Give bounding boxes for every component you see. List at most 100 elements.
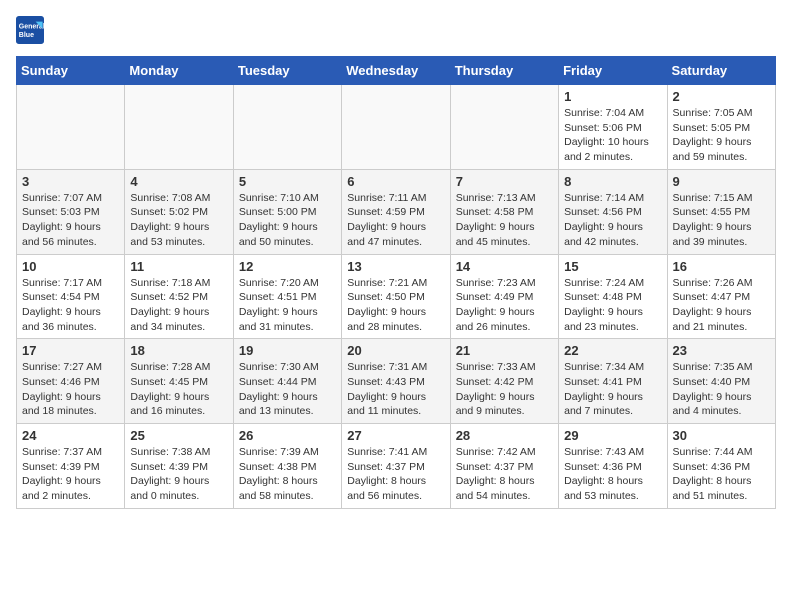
day-number: 5 xyxy=(239,174,336,189)
logo: General Blue xyxy=(16,16,48,44)
day-number: 27 xyxy=(347,428,444,443)
day-number: 18 xyxy=(130,343,227,358)
calendar-day: 14Sunrise: 7:23 AM Sunset: 4:49 PM Dayli… xyxy=(450,254,558,339)
day-info: Sunrise: 7:30 AM Sunset: 4:44 PM Dayligh… xyxy=(239,360,336,419)
day-info: Sunrise: 7:31 AM Sunset: 4:43 PM Dayligh… xyxy=(347,360,444,419)
day-info: Sunrise: 7:11 AM Sunset: 4:59 PM Dayligh… xyxy=(347,191,444,250)
day-number: 19 xyxy=(239,343,336,358)
day-info: Sunrise: 7:14 AM Sunset: 4:56 PM Dayligh… xyxy=(564,191,661,250)
day-number: 14 xyxy=(456,259,553,274)
calendar-day: 18 Sunrise: 7:28 AM Sunset: 4:45 PM Dayli… xyxy=(125,339,233,424)
day-number: 28 xyxy=(456,428,553,443)
calendar-day: 25 Sunrise: 7:38 AM Sunset: 4:39 PM Dayli… xyxy=(125,424,233,509)
day-number: 9 xyxy=(673,174,770,189)
weekday-saturday: Saturday xyxy=(667,57,775,85)
day-info: Sunrise: 7:17 AM Sunset: 4:54 PM Dayligh… xyxy=(22,276,119,335)
day-info: Sunrise: 7:05 AM Sunset: 5:05 PM Dayligh… xyxy=(673,106,770,165)
day-number: 24 xyxy=(22,428,119,443)
calendar-day: 12 Sunrise: 7:20 AM Sunset: 4:51 PM Dayli… xyxy=(233,254,341,339)
calendar-day: 9 Sunrise: 7:15 AM Sunset: 4:55 PM Daylig… xyxy=(667,169,775,254)
calendar-day: 10 Sunrise: 7:17 AM Sunset: 4:54 PM Dayli… xyxy=(17,254,125,339)
day-number: 30 xyxy=(673,428,770,443)
day-number: 29 xyxy=(564,428,661,443)
calendar-week-1: 1Sunrise: 7:04 AM Sunset: 5:06 PM Daylig… xyxy=(17,85,776,170)
day-number: 21 xyxy=(456,343,553,358)
calendar-day: 7 Sunrise: 7:13 AM Sunset: 4:58 PM Daylig… xyxy=(450,169,558,254)
day-info: Sunrise: 7:21 AM Sunset: 4:50 PM Dayligh… xyxy=(347,276,444,335)
calendar-day: 23 Sunrise: 7:35 AM Sunset: 4:40 PM Dayli… xyxy=(667,339,775,424)
day-info: Sunrise: 7:08 AM Sunset: 5:02 PM Dayligh… xyxy=(130,191,227,250)
day-number: 4 xyxy=(130,174,227,189)
day-info: Sunrise: 7:24 AM Sunset: 4:48 PM Dayligh… xyxy=(564,276,661,335)
day-number: 11 xyxy=(130,259,227,274)
calendar-day: 17 Sunrise: 7:27 AM Sunset: 4:46 PM Dayli… xyxy=(17,339,125,424)
day-info: Sunrise: 7:43 AM Sunset: 4:36 PM Dayligh… xyxy=(564,445,661,504)
calendar-day: 29 Sunrise: 7:43 AM Sunset: 4:36 PM Dayli… xyxy=(559,424,667,509)
calendar-day xyxy=(17,85,125,170)
day-info: Sunrise: 7:39 AM Sunset: 4:38 PM Dayligh… xyxy=(239,445,336,504)
calendar-week-3: 10 Sunrise: 7:17 AM Sunset: 4:54 PM Dayli… xyxy=(17,254,776,339)
day-info: Sunrise: 7:35 AM Sunset: 4:40 PM Dayligh… xyxy=(673,360,770,419)
day-number: 3 xyxy=(22,174,119,189)
calendar-day: 4 Sunrise: 7:08 AM Sunset: 5:02 PM Daylig… xyxy=(125,169,233,254)
day-number: 6 xyxy=(347,174,444,189)
weekday-tuesday: Tuesday xyxy=(233,57,341,85)
calendar-day: 27 Sunrise: 7:41 AM Sunset: 4:37 PM Dayli… xyxy=(342,424,450,509)
day-number: 16 xyxy=(673,259,770,274)
calendar-table: SundayMondayTuesdayWednesdayThursdayFrid… xyxy=(16,56,776,509)
calendar-week-4: 17 Sunrise: 7:27 AM Sunset: 4:46 PM Dayli… xyxy=(17,339,776,424)
weekday-sunday: Sunday xyxy=(17,57,125,85)
calendar-day: 19 Sunrise: 7:30 AM Sunset: 4:44 PM Dayli… xyxy=(233,339,341,424)
svg-text:Blue: Blue xyxy=(19,32,34,39)
calendar-day: 1Sunrise: 7:04 AM Sunset: 5:06 PM Daylig… xyxy=(559,85,667,170)
day-info: Sunrise: 7:13 AM Sunset: 4:58 PM Dayligh… xyxy=(456,191,553,250)
day-number: 8 xyxy=(564,174,661,189)
day-number: 7 xyxy=(456,174,553,189)
day-number: 23 xyxy=(673,343,770,358)
day-info: Sunrise: 7:04 AM Sunset: 5:06 PM Dayligh… xyxy=(564,106,661,165)
day-number: 22 xyxy=(564,343,661,358)
day-number: 13 xyxy=(347,259,444,274)
calendar-day: 5 Sunrise: 7:10 AM Sunset: 5:00 PM Daylig… xyxy=(233,169,341,254)
day-number: 10 xyxy=(22,259,119,274)
day-info: Sunrise: 7:37 AM Sunset: 4:39 PM Dayligh… xyxy=(22,445,119,504)
day-info: Sunrise: 7:28 AM Sunset: 4:45 PM Dayligh… xyxy=(130,360,227,419)
weekday-monday: Monday xyxy=(125,57,233,85)
day-info: Sunrise: 7:26 AM Sunset: 4:47 PM Dayligh… xyxy=(673,276,770,335)
day-info: Sunrise: 7:20 AM Sunset: 4:51 PM Dayligh… xyxy=(239,276,336,335)
calendar-day: 28 Sunrise: 7:42 AM Sunset: 4:37 PM Dayli… xyxy=(450,424,558,509)
day-info: Sunrise: 7:38 AM Sunset: 4:39 PM Dayligh… xyxy=(130,445,227,504)
weekday-thursday: Thursday xyxy=(450,57,558,85)
calendar-day: 13 Sunrise: 7:21 AM Sunset: 4:50 PM Dayli… xyxy=(342,254,450,339)
calendar-day xyxy=(233,85,341,170)
day-info: Sunrise: 7:34 AM Sunset: 4:41 PM Dayligh… xyxy=(564,360,661,419)
day-number: 25 xyxy=(130,428,227,443)
calendar-day: 26Sunrise: 7:39 AM Sunset: 4:38 PM Dayli… xyxy=(233,424,341,509)
day-info: Sunrise: 7:07 AM Sunset: 5:03 PM Dayligh… xyxy=(22,191,119,250)
day-number: 2 xyxy=(673,89,770,104)
calendar-day: 16 Sunrise: 7:26 AM Sunset: 4:47 PM Dayli… xyxy=(667,254,775,339)
calendar-day: 3 Sunrise: 7:07 AM Sunset: 5:03 PM Daylig… xyxy=(17,169,125,254)
day-info: Sunrise: 7:42 AM Sunset: 4:37 PM Dayligh… xyxy=(456,445,553,504)
calendar-body: 1Sunrise: 7:04 AM Sunset: 5:06 PM Daylig… xyxy=(17,85,776,509)
calendar-day: 8 Sunrise: 7:14 AM Sunset: 4:56 PM Daylig… xyxy=(559,169,667,254)
day-number: 20 xyxy=(347,343,444,358)
calendar-day xyxy=(342,85,450,170)
calendar-day: 30Sunrise: 7:44 AM Sunset: 4:36 PM Dayli… xyxy=(667,424,775,509)
weekday-header-row: SundayMondayTuesdayWednesdayThursdayFrid… xyxy=(17,57,776,85)
calendar-day: 20 Sunrise: 7:31 AM Sunset: 4:43 PM Dayli… xyxy=(342,339,450,424)
day-info: Sunrise: 7:10 AM Sunset: 5:00 PM Dayligh… xyxy=(239,191,336,250)
calendar-day xyxy=(450,85,558,170)
calendar-day: 6 Sunrise: 7:11 AM Sunset: 4:59 PM Daylig… xyxy=(342,169,450,254)
logo-icon: General Blue xyxy=(16,16,44,44)
day-info: Sunrise: 7:41 AM Sunset: 4:37 PM Dayligh… xyxy=(347,445,444,504)
calendar-day: 22 Sunrise: 7:34 AM Sunset: 4:41 PM Dayli… xyxy=(559,339,667,424)
calendar-day: 21 Sunrise: 7:33 AM Sunset: 4:42 PM Dayli… xyxy=(450,339,558,424)
day-number: 12 xyxy=(239,259,336,274)
day-info: Sunrise: 7:33 AM Sunset: 4:42 PM Dayligh… xyxy=(456,360,553,419)
day-number: 17 xyxy=(22,343,119,358)
day-info: Sunrise: 7:27 AM Sunset: 4:46 PM Dayligh… xyxy=(22,360,119,419)
day-info: Sunrise: 7:18 AM Sunset: 4:52 PM Dayligh… xyxy=(130,276,227,335)
day-info: Sunrise: 7:15 AM Sunset: 4:55 PM Dayligh… xyxy=(673,191,770,250)
weekday-wednesday: Wednesday xyxy=(342,57,450,85)
